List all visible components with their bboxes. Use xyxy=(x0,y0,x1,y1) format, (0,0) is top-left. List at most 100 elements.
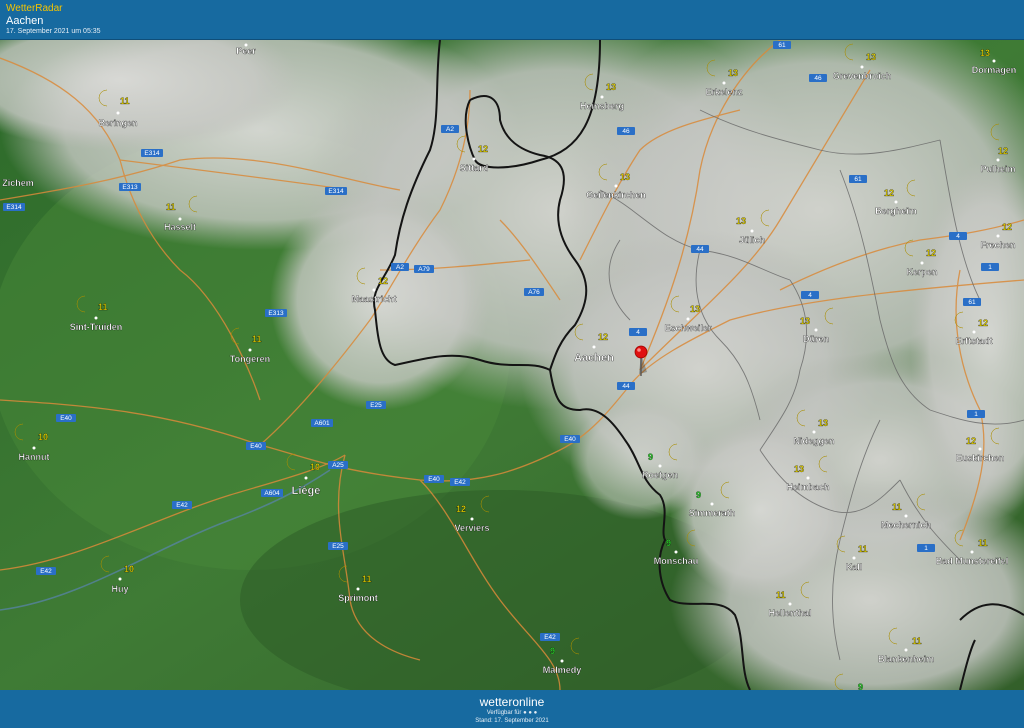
svg-text:1: 1 xyxy=(974,411,978,418)
svg-text:E42: E42 xyxy=(40,568,52,575)
svg-text:E25: E25 xyxy=(332,543,344,550)
svg-text:Pulheim: Pulheim xyxy=(980,164,1015,174)
svg-text:11: 11 xyxy=(166,202,176,212)
svg-text:13: 13 xyxy=(980,48,990,58)
svg-text:44: 44 xyxy=(622,383,630,390)
svg-text:11: 11 xyxy=(120,96,130,106)
svg-text:10: 10 xyxy=(310,462,320,472)
svg-text:10: 10 xyxy=(124,564,134,574)
svg-text:11: 11 xyxy=(252,334,262,344)
svg-text:Jülich: Jülich xyxy=(739,235,765,245)
svg-text:Düren: Düren xyxy=(803,334,829,344)
svg-text:E40: E40 xyxy=(564,436,576,443)
svg-text:Nideggen: Nideggen xyxy=(793,436,834,446)
svg-text:Monschau: Monschau xyxy=(654,556,699,566)
svg-text:Hellenthal: Hellenthal xyxy=(768,608,811,618)
svg-text:Maastricht: Maastricht xyxy=(351,294,396,304)
svg-text:Kerpen: Kerpen xyxy=(906,267,937,277)
svg-text:12: 12 xyxy=(378,276,388,286)
svg-text:Frechen: Frechen xyxy=(980,240,1015,250)
app-header: WetterRadar Aachen 17. September 2021 um… xyxy=(0,0,1024,40)
svg-text:A604: A604 xyxy=(264,490,280,497)
svg-text:Kall: Kall xyxy=(846,562,863,572)
svg-text:9: 9 xyxy=(666,538,671,548)
svg-text:Heimbach: Heimbach xyxy=(786,482,829,492)
svg-text:Hasselt: Hasselt xyxy=(164,222,196,232)
city-marker: Peer xyxy=(236,43,256,56)
svg-text:13: 13 xyxy=(800,316,810,326)
svg-text:13: 13 xyxy=(818,418,828,428)
svg-text:E314: E314 xyxy=(6,204,22,211)
svg-text:E40: E40 xyxy=(60,415,72,422)
svg-text:9: 9 xyxy=(648,452,653,462)
app-title: WetterRadar xyxy=(6,3,63,14)
location-title: Aachen xyxy=(6,15,44,27)
svg-text:Huy: Huy xyxy=(111,584,128,594)
svg-text:11: 11 xyxy=(98,302,108,312)
svg-text:Tongeren: Tongeren xyxy=(230,354,270,364)
svg-text:Peer: Peer xyxy=(236,46,256,56)
svg-text:12: 12 xyxy=(998,146,1008,156)
svg-text:Bergheim: Bergheim xyxy=(875,206,917,216)
svg-text:4: 4 xyxy=(636,329,640,336)
svg-text:Simmerath: Simmerath xyxy=(689,508,736,518)
svg-text:61: 61 xyxy=(778,42,786,49)
radar-map[interactable]: 61 46 A2 46 E314 E313 E314 E314 A2 A79 A… xyxy=(0,40,1024,690)
svg-text:Grevenbroich: Grevenbroich xyxy=(833,71,892,81)
svg-text:A79: A79 xyxy=(418,266,430,273)
svg-text:9: 9 xyxy=(858,682,863,690)
svg-text:9: 9 xyxy=(696,490,701,500)
svg-text:11: 11 xyxy=(858,544,868,554)
svg-text:Liège: Liège xyxy=(292,485,321,497)
map-canvas: 61 46 A2 46 E314 E313 E314 E314 A2 A79 A… xyxy=(0,40,1024,690)
availability-text: Verfügbar für ● ● ● xyxy=(0,710,1024,716)
stand-text: Stand: 17. September 2021 xyxy=(475,718,549,724)
svg-text:E313: E313 xyxy=(122,184,138,191)
svg-text:11: 11 xyxy=(776,590,786,600)
svg-text:61: 61 xyxy=(968,299,976,306)
svg-text:12: 12 xyxy=(598,332,608,342)
svg-text:12: 12 xyxy=(966,436,976,446)
svg-text:E42: E42 xyxy=(176,502,188,509)
svg-text:10: 10 xyxy=(38,432,48,442)
timestamp: 17. September 2021 um 05:35 xyxy=(6,28,101,35)
brand-logo[interactable]: wetteronline xyxy=(0,695,1024,709)
svg-text:13: 13 xyxy=(606,82,616,92)
svg-text:Geilenkirchen: Geilenkirchen xyxy=(586,190,646,200)
svg-text:Erkelenz: Erkelenz xyxy=(705,87,743,97)
svg-text:Heinsberg: Heinsberg xyxy=(580,101,624,111)
svg-text:11: 11 xyxy=(362,574,372,584)
svg-text:13: 13 xyxy=(728,68,738,78)
svg-text:9: 9 xyxy=(550,646,555,656)
svg-text:13: 13 xyxy=(736,216,746,226)
svg-text:4: 4 xyxy=(956,233,960,240)
svg-text:46: 46 xyxy=(622,128,630,135)
svg-text:E314: E314 xyxy=(328,188,344,195)
svg-text:Sprimont: Sprimont xyxy=(338,593,378,603)
svg-text:12: 12 xyxy=(978,318,988,328)
availability-label: Verfügbar für xyxy=(486,710,522,716)
svg-text:E314: E314 xyxy=(144,150,160,157)
svg-text:Blankenheim: Blankenheim xyxy=(878,654,934,664)
svg-text:13: 13 xyxy=(794,464,804,474)
svg-text:1: 1 xyxy=(924,545,928,552)
svg-text:A76: A76 xyxy=(528,289,540,296)
svg-text:12: 12 xyxy=(884,188,894,198)
svg-text:Aachen: Aachen xyxy=(574,352,614,364)
svg-text:A25: A25 xyxy=(332,462,344,469)
svg-text:A2: A2 xyxy=(396,264,404,271)
svg-text:Bad Munstereifel: Bad Munstereifel xyxy=(936,556,1009,566)
svg-text:1: 1 xyxy=(988,264,992,271)
svg-text:E313: E313 xyxy=(268,310,284,317)
svg-text:Malmedy: Malmedy xyxy=(543,665,582,675)
svg-text:12: 12 xyxy=(1002,222,1012,232)
platform-icons: ● ● ● xyxy=(523,710,538,716)
svg-text:Zichem: Zichem xyxy=(2,178,34,188)
svg-text:E25: E25 xyxy=(370,402,382,409)
svg-text:44: 44 xyxy=(696,246,704,253)
svg-text:E40: E40 xyxy=(250,443,262,450)
svg-text:Eschweiler: Eschweiler xyxy=(664,323,712,333)
svg-text:Dormagen: Dormagen xyxy=(972,65,1017,75)
svg-text:Sittard: Sittard xyxy=(460,163,489,173)
svg-text:Beringen: Beringen xyxy=(98,118,137,128)
